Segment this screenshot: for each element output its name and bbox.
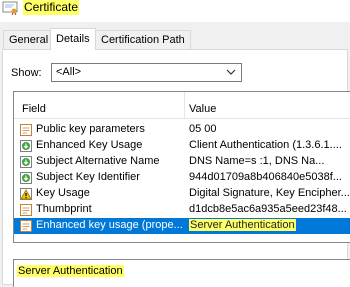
tab-strip: General Details Certification Path	[0, 28, 350, 50]
row-field: Enhanced Key Usage	[36, 139, 143, 151]
value-detail-box[interactable]: Server Authentication	[13, 259, 350, 287]
show-label: Show:	[11, 67, 42, 79]
row-field: Enhanced key usage (prope...	[36, 219, 183, 231]
extension-download-icon	[20, 172, 32, 184]
row-value: d1dcb8e5ac6a935a5eed23f48...	[189, 203, 347, 215]
row-field: Subject Key Identifier	[36, 171, 140, 183]
chevron-down-icon	[226, 69, 236, 75]
list-item[interactable]: Public key parameters 05 00	[14, 122, 350, 138]
list-item[interactable]: Enhanced Key Usage Client Authentication…	[14, 138, 350, 154]
row-value: 944d01709a8b406840e5038f...	[189, 171, 342, 183]
row-value: DNS Name=s :1, DNS Na...	[189, 155, 325, 167]
list-item[interactable]: Thumbprint d1dcb8e5ac6a935a5eed23f48...	[14, 202, 350, 218]
highlighted-value: Server Authentication	[189, 219, 296, 231]
certificate-field-icon	[20, 220, 32, 232]
certificate-field-icon	[20, 204, 32, 216]
row-value: Client Authentication (1.3.6.1....	[189, 139, 342, 151]
extension-download-icon	[20, 156, 32, 168]
list-item[interactable]: Subject Key Identifier 944d01709a8b40684…	[14, 170, 350, 186]
list-item-selected[interactable]: Enhanced key usage (prope... Server Auth…	[14, 218, 350, 234]
window-title: Certificate	[23, 0, 80, 15]
certificate-field-icon	[20, 124, 32, 136]
tab-general[interactable]: General	[3, 30, 55, 49]
row-field: Key Usage	[36, 187, 90, 199]
row-field: Subject Alternative Name	[36, 155, 160, 167]
row-field: Thumbprint	[36, 203, 92, 215]
list-item[interactable]: Subject Alternative Name DNS Name=s :1, …	[14, 154, 350, 170]
extension-download-icon	[20, 140, 32, 152]
tab-certification-path[interactable]: Certification Path	[95, 30, 191, 49]
list-header: Field Value	[14, 92, 350, 119]
row-value: Server Authentication	[189, 219, 349, 231]
column-divider[interactable]	[184, 92, 185, 118]
column-header-field[interactable]: Field	[22, 103, 46, 115]
show-dropdown[interactable]: <All>	[51, 63, 242, 82]
value-detail-text: Server Authentication	[17, 265, 124, 277]
title-bar: Certificate	[0, 0, 350, 22]
warning-icon	[20, 188, 32, 200]
show-dropdown-value: <All>	[56, 66, 82, 78]
fields-list[interactable]: Field Value Public key parameters 05 00 …	[13, 91, 350, 243]
row-value: Digital Signature, Key Encipher...	[189, 187, 349, 199]
certificate-icon	[2, 1, 18, 15]
list-item[interactable]: Key Usage Digital Signature, Key Enciphe…	[14, 186, 350, 202]
row-field: Public key parameters	[36, 123, 145, 135]
tab-details[interactable]: Details	[50, 28, 96, 50]
row-value: 05 00	[189, 123, 217, 135]
column-header-value[interactable]: Value	[189, 103, 216, 115]
